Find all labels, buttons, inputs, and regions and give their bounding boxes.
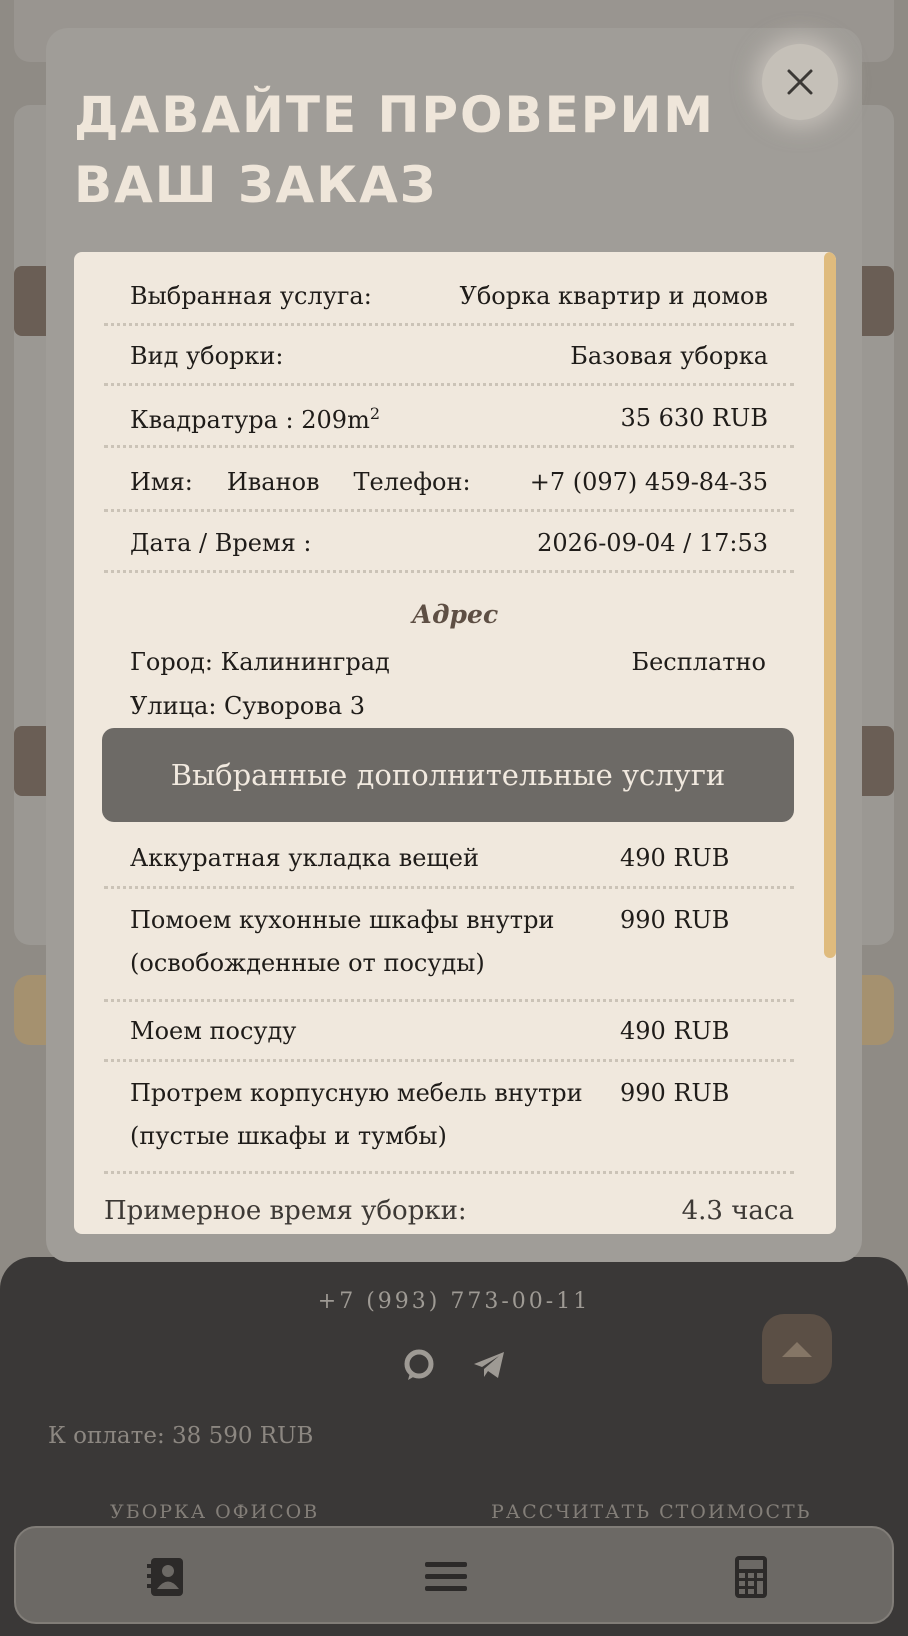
address-city: Город: Калининград bbox=[130, 648, 390, 676]
extra-item: Протрем корпусную мебель внутри (пустые … bbox=[104, 1072, 794, 1174]
extra-item: Моем посуду 490 RUB bbox=[104, 1010, 794, 1062]
arrow-up-icon bbox=[782, 1341, 812, 1357]
footer-total: К оплате: 38 590 RUB bbox=[48, 1423, 314, 1449]
close-button[interactable] bbox=[762, 44, 838, 120]
extra-item: Аккуратная укладка вещей 490 RUB bbox=[104, 837, 794, 889]
modal-title: ДАВАЙТЕ ПРОВЕРИМ ВАШ ЗАКАЗ bbox=[74, 86, 716, 214]
phone-label: Телефон: bbox=[353, 468, 471, 496]
link-calculate[interactable]: РАССЧИТАТЬ СТОИМОСТЬ bbox=[491, 1501, 811, 1523]
area-exponent: 2 bbox=[369, 404, 381, 423]
contact-row: Имя: Иванов Телефон: +7 (097) 459-84-35 bbox=[104, 468, 794, 512]
menu-icon bbox=[425, 1562, 467, 1591]
extras-header: Выбранные дополнительные услуги bbox=[102, 728, 794, 822]
contact-left: Имя: Иванов Телефон: bbox=[130, 468, 471, 496]
cleaning-type-value: Базовая уборка bbox=[570, 342, 768, 370]
extra-item-name: Протрем корпусную мебель внутри (пустые … bbox=[130, 1079, 583, 1150]
telegram-icon[interactable] bbox=[471, 1347, 507, 1383]
bottom-nav bbox=[14, 1526, 894, 1624]
datetime-row: Дата / Время : 2026-09-04 / 17:53 bbox=[104, 529, 794, 573]
contacts-icon bbox=[147, 1558, 183, 1596]
extra-item-name: Моем посуду bbox=[130, 1017, 297, 1045]
phone-value: +7 (097) 459-84-35 bbox=[529, 468, 768, 496]
estimated-time-label: Примерное время уборки: bbox=[104, 1196, 467, 1226]
extra-item-price: 990 RUB bbox=[620, 906, 730, 934]
name-label: Имя: bbox=[130, 468, 193, 496]
extra-item-price: 990 RUB bbox=[620, 1079, 730, 1107]
address-street: Улица: Суворова 3 bbox=[130, 692, 366, 720]
address-city-row: Город: Калининград Бесплатно bbox=[130, 648, 766, 676]
area-price: 35 630 RUB bbox=[620, 404, 768, 432]
order-review-modal: ДАВАЙТЕ ПРОВЕРИМ ВАШ ЗАКАЗ Выбранная усл… bbox=[46, 28, 862, 1262]
cleaning-type-row: Вид уборки: Базовая уборка bbox=[104, 342, 794, 386]
datetime-label: Дата / Время : bbox=[130, 529, 312, 557]
extra-item-name: Помоем кухонные шкафы внутри (освобожден… bbox=[130, 906, 555, 977]
datetime-value: 2026-09-04 / 17:53 bbox=[537, 529, 768, 557]
service-row: Выбранная услуга: Уборка квартир и домов bbox=[104, 282, 794, 326]
address-delivery: Бесплатно bbox=[631, 648, 766, 676]
address-street-row: Улица: Суворова 3 bbox=[130, 692, 766, 720]
extra-item-price: 490 RUB bbox=[620, 1017, 730, 1045]
service-value: Уборка квартир и домов bbox=[459, 282, 768, 310]
close-icon bbox=[787, 69, 813, 95]
extra-item-name: Аккуратная укладка вещей bbox=[130, 844, 479, 872]
nav-contacts[interactable] bbox=[142, 1552, 192, 1602]
address-title: Адрес bbox=[411, 600, 499, 629]
estimated-time-row: Примерное время уборки: 4.3 часа bbox=[104, 1196, 794, 1226]
service-label: Выбранная услуга: bbox=[130, 282, 372, 310]
name-value: Иванов bbox=[226, 468, 320, 496]
whatsapp-icon[interactable] bbox=[401, 1347, 437, 1383]
nav-calculator[interactable] bbox=[726, 1552, 776, 1602]
calculator-icon bbox=[735, 1556, 767, 1598]
footer-phone[interactable]: +7 (993) 773-00-11 bbox=[0, 1289, 908, 1314]
nav-menu[interactable] bbox=[421, 1552, 471, 1602]
estimated-time-value: 4.3 часа bbox=[681, 1196, 794, 1226]
cleaning-type-label: Вид уборки: bbox=[130, 342, 284, 370]
area-label: Квадратура : 209m2 bbox=[130, 404, 381, 434]
extra-item: Помоем кухонные шкафы внутри (освобожден… bbox=[104, 899, 794, 1002]
link-offices[interactable]: УБОРКА ОФИСОВ bbox=[110, 1501, 319, 1523]
extra-item-price: 490 RUB bbox=[620, 844, 730, 872]
area-row: Квадратура : 209m2 35 630 RUB bbox=[104, 404, 794, 448]
order-summary-panel[interactable]: Выбранная услуга: Уборка квартир и домов… bbox=[74, 252, 836, 1234]
scroll-to-top-button[interactable] bbox=[762, 1314, 832, 1384]
